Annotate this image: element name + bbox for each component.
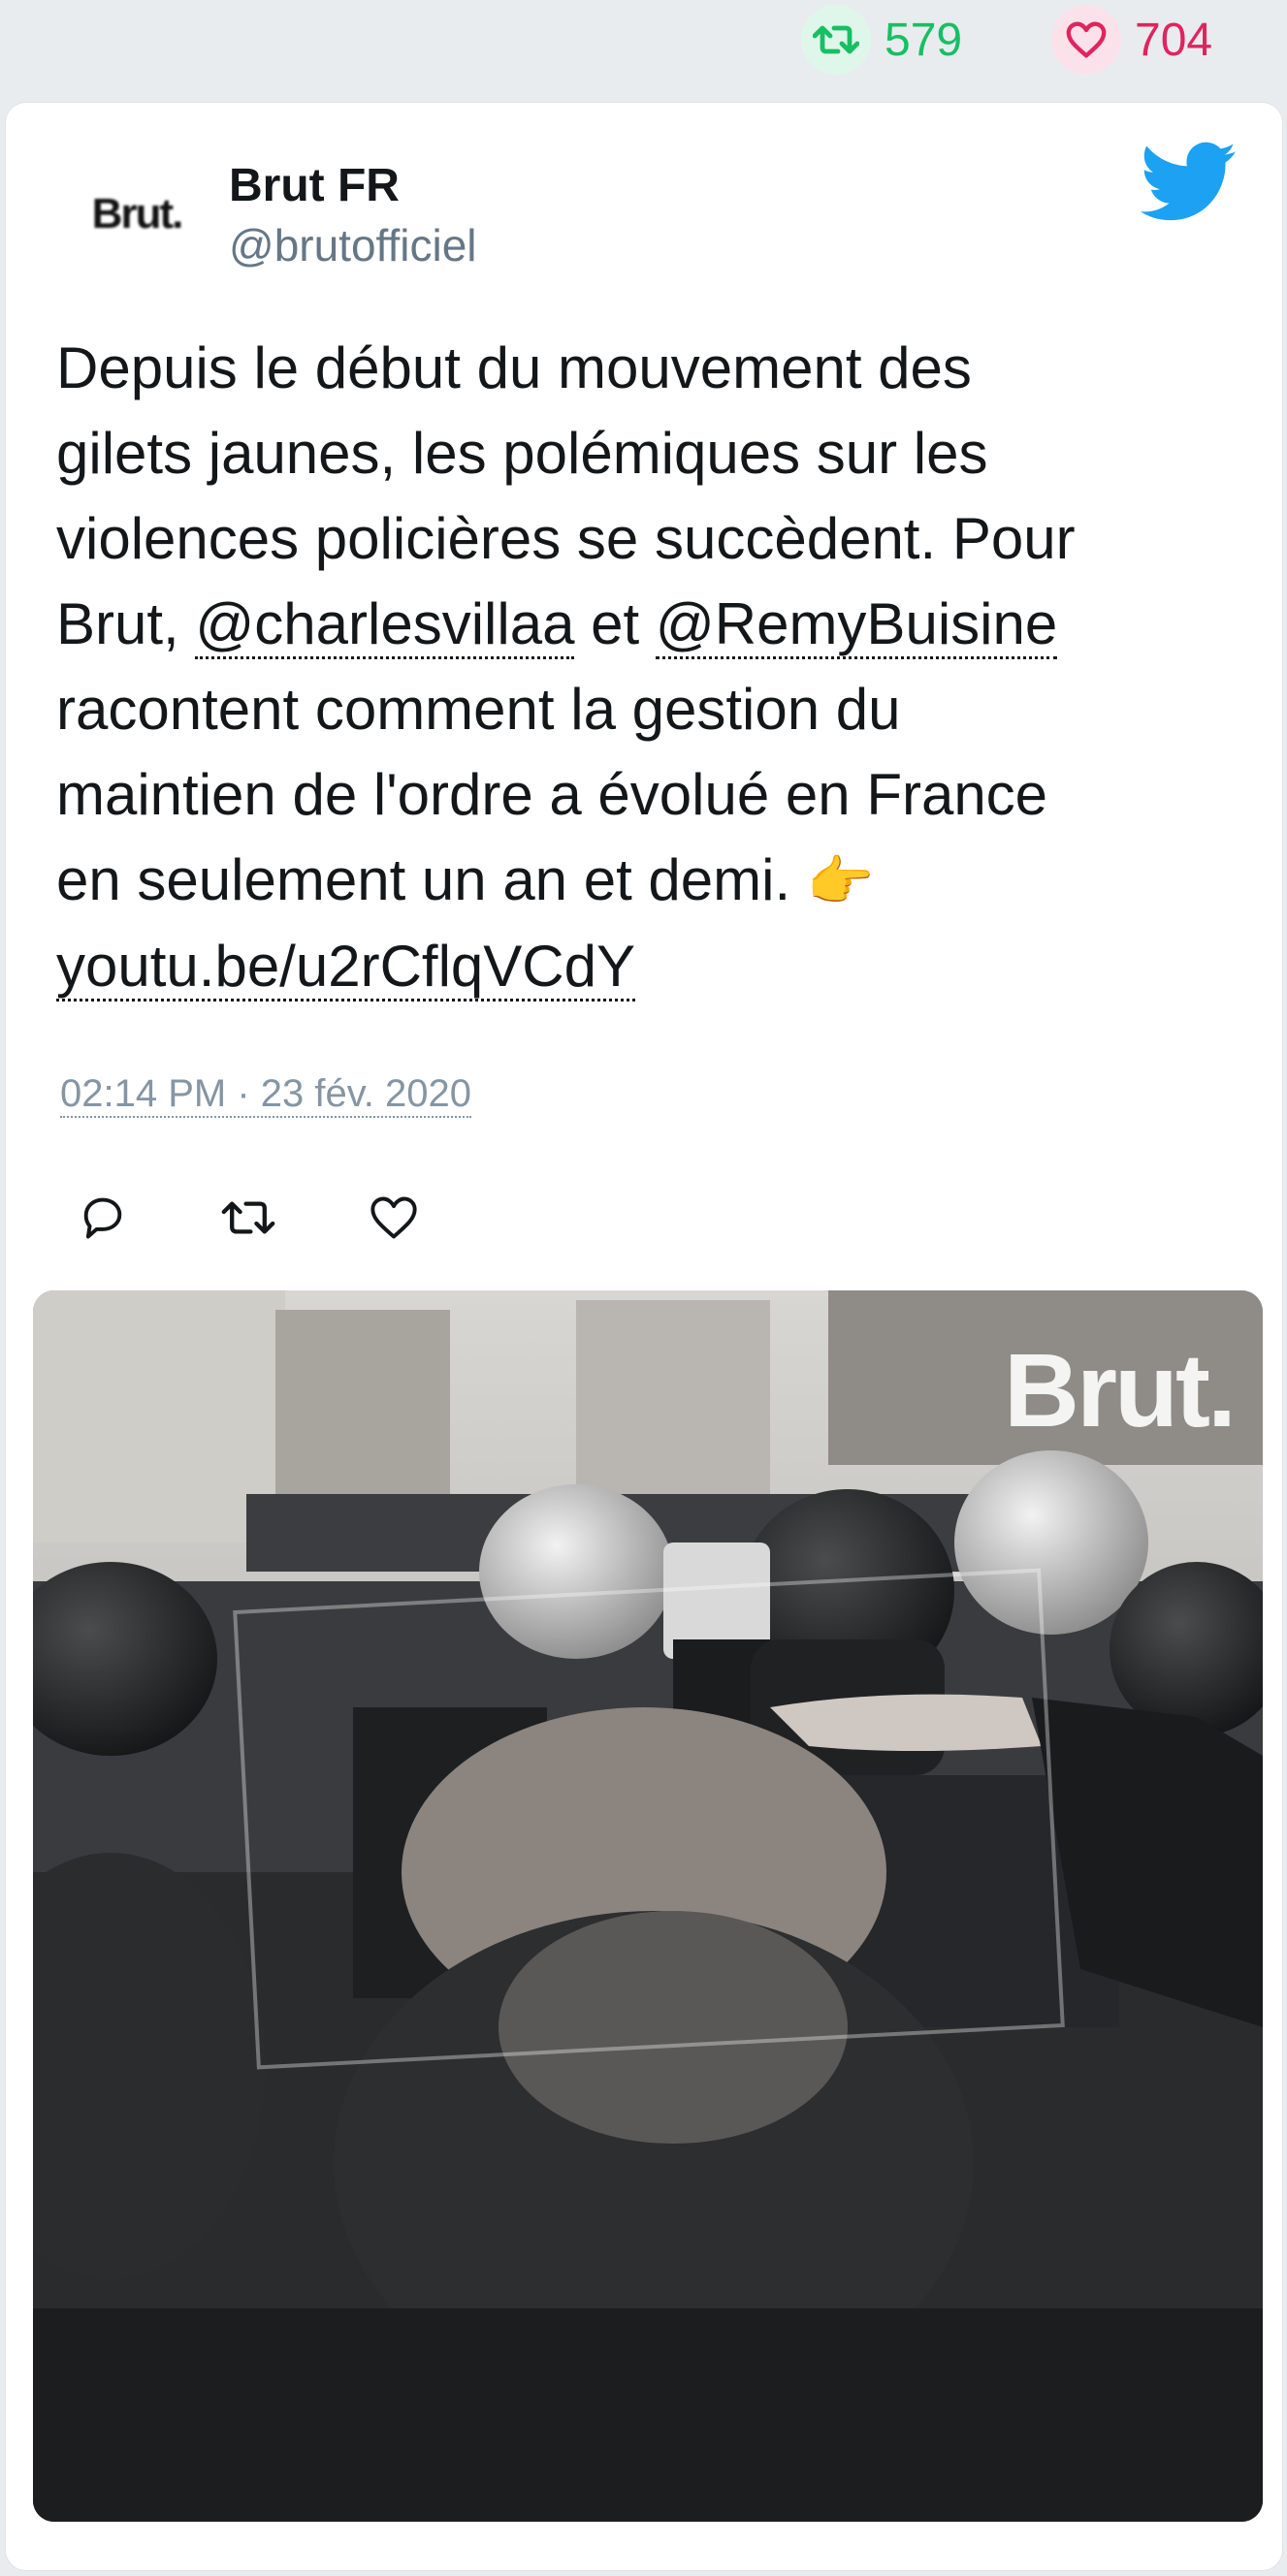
youtube-link[interactable]: youtu.be/u2rCflqVCdY [56, 934, 636, 1002]
tweet-line: Brut, @charlesvillaa et @RemyBuisine [56, 582, 1249, 667]
like-action-icon[interactable] [365, 1189, 423, 1247]
tweet-line: gilets jaunes, les polémiques sur les [56, 421, 988, 486]
tweet-text-segment: et [574, 591, 656, 656]
tweet-text: Depuis le début du mouvement des gilets … [56, 326, 1249, 1009]
retweet-action-icon[interactable] [219, 1189, 277, 1247]
pointing-hand-emoji: 👉 [806, 850, 875, 911]
heart-icon [1051, 5, 1121, 75]
mention-link-remybuisine[interactable]: @RemyBuisine [655, 591, 1058, 659]
tweet-line: Depuis le début du mouvement des [56, 335, 972, 400]
avatar[interactable]: Brut. [54, 171, 219, 258]
author-handle[interactable]: @brutofficiel [229, 219, 477, 271]
tweet-line: violences policières se succèdent. Pour [56, 506, 1076, 571]
reply-icon[interactable] [74, 1189, 132, 1247]
tweet-line: maintien de l'ordre a évolué en France [56, 762, 1048, 827]
avatar-logo-text: Brut. [91, 190, 184, 238]
retweet-count: 579 [885, 14, 963, 66]
tweet-timestamp[interactable]: 02:14 PM · 23 fév. 2020 [60, 1072, 471, 1118]
tweet-line: en seulement un an et demi. 👉 [56, 838, 1249, 924]
mention-link-charlesvillaa[interactable]: @charlesvillaa [195, 591, 575, 659]
like-stat[interactable]: 704 [1051, 5, 1213, 75]
twitter-bird-icon[interactable] [1140, 142, 1238, 229]
like-count: 704 [1135, 14, 1213, 66]
tweet-actions [74, 1189, 423, 1247]
retweet-icon [801, 5, 871, 75]
tweet-text-segment: en seulement un an et demi. [56, 847, 807, 912]
brut-watermark: Brut. [1004, 1331, 1237, 1448]
tweet-text-segment: Brut, [56, 591, 196, 656]
engagement-bar: 579 704 [0, 0, 1287, 97]
tweet-card: Brut. Brut FR @brutofficiel Depuis le dé… [5, 102, 1283, 2571]
tweet-line: youtu.be/u2rCflqVCdY [56, 924, 1249, 1009]
retweet-stat[interactable]: 579 [801, 5, 963, 75]
author-name[interactable]: Brut FR [229, 159, 400, 212]
protest-photo [33, 1290, 1263, 2522]
video-thumbnail[interactable]: Brut. [33, 1290, 1263, 2522]
tweet-line: racontent comment la gestion du [56, 677, 901, 742]
